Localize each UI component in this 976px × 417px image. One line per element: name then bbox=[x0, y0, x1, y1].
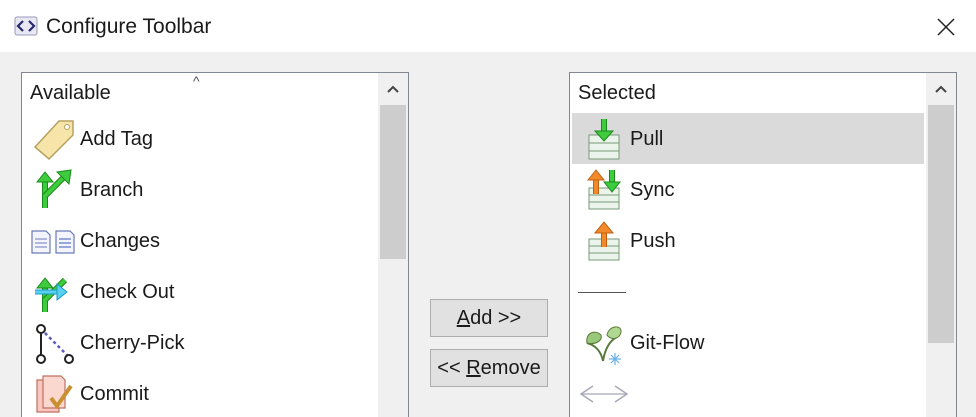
list-item-push[interactable]: Push bbox=[572, 215, 924, 266]
list-item-pull[interactable]: Pull bbox=[572, 113, 924, 164]
cherry-pick-icon bbox=[28, 320, 80, 366]
separator-line bbox=[578, 292, 626, 293]
list-item-check-out[interactable]: Check Out bbox=[22, 266, 378, 317]
commit-icon bbox=[28, 371, 80, 417]
list-item-cherry-pick[interactable]: Cherry-Pick bbox=[22, 317, 378, 368]
branch-icon bbox=[28, 167, 80, 213]
available-list[interactable]: Available ^ Add Tag Branch Changes Check… bbox=[21, 72, 409, 417]
changes-icon bbox=[28, 218, 80, 264]
list-item-commit[interactable]: Commit bbox=[22, 368, 378, 417]
selected-list[interactable]: Selected Pull Sync Push Git-Flow bbox=[569, 72, 957, 417]
available-header[interactable]: Available bbox=[22, 73, 111, 113]
app-code-icon bbox=[14, 16, 38, 36]
close-icon bbox=[937, 18, 955, 36]
list-item-sync[interactable]: Sync bbox=[572, 164, 924, 215]
list-item-code-brackets[interactable] bbox=[572, 368, 924, 417]
sort-ascending-icon: ^ bbox=[193, 73, 200, 89]
list-item-separator[interactable] bbox=[572, 266, 924, 317]
checkout-icon bbox=[28, 269, 80, 315]
git-flow-icon bbox=[578, 320, 630, 366]
scroll-thumb[interactable] bbox=[928, 105, 954, 343]
selected-scrollbar[interactable] bbox=[926, 73, 956, 417]
list-item-git-flow[interactable]: Git-Flow bbox=[572, 317, 924, 368]
close-button[interactable] bbox=[928, 10, 964, 44]
sync-icon bbox=[578, 167, 630, 213]
pull-icon bbox=[578, 116, 630, 162]
list-item-add-tag[interactable]: Add Tag bbox=[22, 113, 378, 164]
selected-header[interactable]: Selected bbox=[570, 73, 656, 113]
chevron-up-icon bbox=[935, 85, 947, 93]
scroll-thumb[interactable] bbox=[380, 105, 406, 259]
list-item-changes[interactable]: Changes bbox=[22, 215, 378, 266]
code-brackets-icon bbox=[578, 371, 630, 417]
title-bar: Configure Toolbar bbox=[0, 0, 976, 52]
scroll-up-button[interactable] bbox=[378, 73, 408, 105]
window-title: Configure Toolbar bbox=[46, 15, 212, 38]
remove-button[interactable]: << Remove bbox=[430, 349, 548, 387]
dialog-body: Available ^ Add Tag Branch Changes Check… bbox=[0, 52, 976, 417]
tag-icon bbox=[28, 116, 80, 162]
available-scrollbar[interactable] bbox=[378, 73, 408, 417]
chevron-up-icon bbox=[387, 85, 399, 93]
add-button[interactable]: Add >> bbox=[430, 299, 548, 337]
push-icon bbox=[578, 218, 630, 264]
scroll-up-button[interactable] bbox=[926, 73, 956, 105]
list-item-branch[interactable]: Branch bbox=[22, 164, 378, 215]
